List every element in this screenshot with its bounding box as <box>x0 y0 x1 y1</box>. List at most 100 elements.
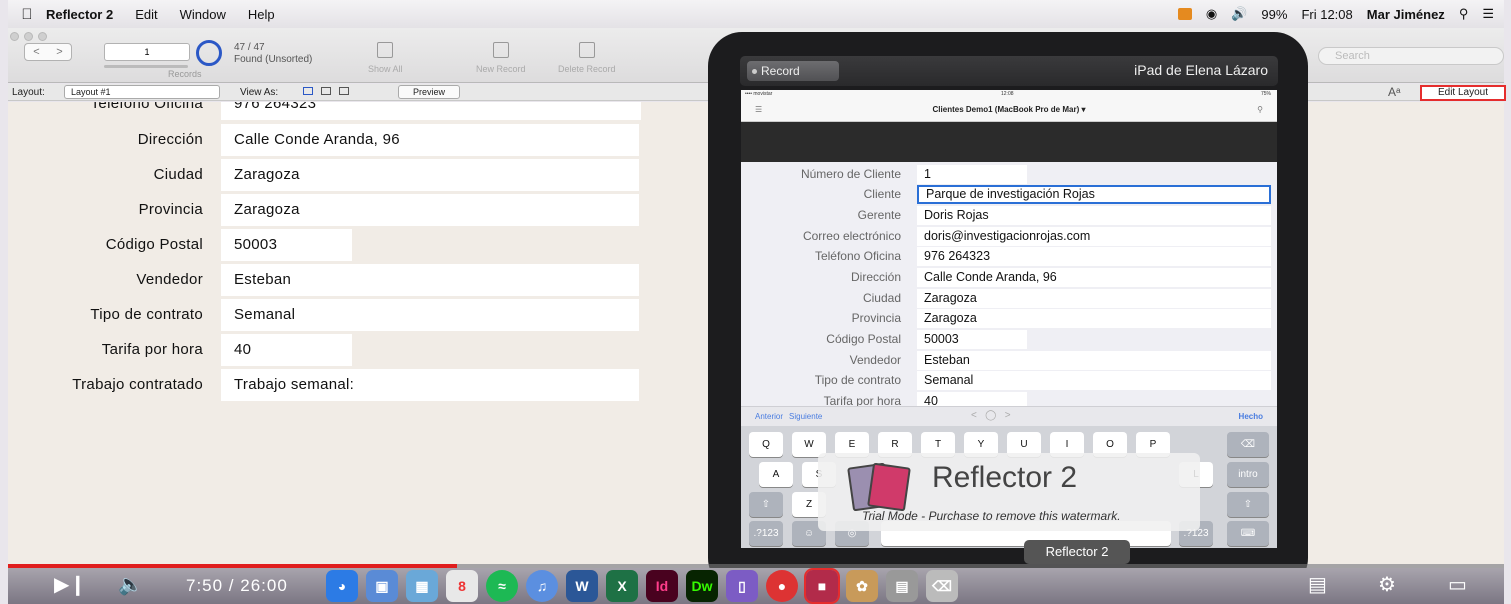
dock-photos-icon[interactable]: ▦ <box>406 570 438 602</box>
ios-nav-bar: ☰ Clientes Demo1 (MacBook Pro de Mar) ▾ … <box>741 100 1277 122</box>
video-time: 7:50 / 26:00 <box>186 576 288 595</box>
field-value[interactable]: 976 264323 <box>221 102 641 120</box>
field-value[interactable]: Zaragoza <box>221 159 639 191</box>
app-status-icon[interactable] <box>1177 8 1192 20</box>
record-number-field[interactable]: 1 <box>104 43 190 61</box>
layout-select[interactable]: Layout #1 <box>64 85 220 99</box>
trial-watermark: Reflector 2 Trial Mode - Purchase to rem… <box>818 453 1200 531</box>
menu-edit[interactable]: Edit <box>135 7 157 22</box>
kb-done-button[interactable]: Hecho <box>1239 412 1263 421</box>
ipad-field-value[interactable]: Calle Conde Aranda, 96 <box>917 268 1271 287</box>
dock-word-icon[interactable]: W <box>566 570 598 602</box>
preview-button[interactable]: Preview <box>398 85 460 99</box>
menu-app-name[interactable]: Reflector 2 <box>46 7 113 22</box>
ipad-field-value[interactable]: Zaragoza <box>917 289 1271 308</box>
ipad-field-value[interactable]: Semanal <box>917 371 1271 390</box>
close-window-button[interactable] <box>10 32 19 41</box>
minimize-window-button[interactable] <box>24 32 33 41</box>
apple-icon[interactable]:  <box>8 6 46 23</box>
shift-key[interactable]: ⇧ <box>749 492 783 517</box>
search-input[interactable]: Search <box>1318 47 1504 65</box>
notification-center-icon[interactable]: ☰ <box>1482 6 1494 22</box>
dock-folder-icon[interactable]: ▯ <box>726 570 758 602</box>
key[interactable]: Q <box>749 432 783 457</box>
show-all-button[interactable]: Show All <box>368 42 403 74</box>
dock-itunes-icon[interactable]: ♫ <box>526 570 558 602</box>
ipad-field-label: Correo electrónico <box>802 229 901 243</box>
num-key[interactable]: .?123 <box>749 521 783 546</box>
ipad-field-value[interactable]: Esteban <box>917 351 1271 370</box>
user-name[interactable]: Mar Jiménez <box>1367 7 1445 22</box>
settings-hd-icon[interactable]: ⚙ <box>1378 572 1396 597</box>
ipad-field-value[interactable]: Doris Rojas <box>917 206 1271 225</box>
menu-help[interactable]: Help <box>248 7 275 22</box>
font-size-icon[interactable]: Aᵃ <box>1388 85 1400 99</box>
nav-title[interactable]: Clientes Demo1 (MacBook Pro de Mar) ▾ <box>933 105 1086 114</box>
record-button[interactable]: Record <box>747 61 839 81</box>
prev-record-icon[interactable]: < <box>25 44 48 60</box>
field-label: Tarifa por hora <box>101 341 203 358</box>
ipad-field-value-focused[interactable]: Parque de investigación Rojas <box>917 185 1271 204</box>
zoom-window-button[interactable] <box>38 32 47 41</box>
field-label: Código Postal <box>105 236 203 253</box>
enter-key[interactable]: intro <box>1227 462 1269 487</box>
backspace-key[interactable]: ⌫ <box>1227 432 1269 457</box>
ipad-field-label: Vendedor <box>849 353 901 367</box>
edit-layout-button[interactable]: Edit Layout <box>1420 85 1506 101</box>
volume-icon[interactable]: 🔊 <box>1231 6 1247 22</box>
field-value[interactable]: 50003 <box>221 229 352 261</box>
hide-keyboard-key[interactable]: ⌨ <box>1227 521 1269 546</box>
list-view-icon[interactable] <box>321 87 331 95</box>
field-value[interactable]: Trabajo semanal: <box>221 369 639 401</box>
field-value[interactable]: Calle Conde Aranda, 96 <box>221 124 639 156</box>
window-controls <box>10 32 47 41</box>
kb-next-button[interactable]: Siguiente <box>789 412 822 421</box>
ipad-field-value[interactable]: 50003 <box>917 330 1027 349</box>
show-all-label: Show All <box>368 64 403 74</box>
delete-record-button[interactable]: Delete Record <box>558 42 616 74</box>
battery-percent[interactable]: 99% <box>1261 7 1287 22</box>
kb-prev-button[interactable]: Anterior <box>755 412 783 421</box>
shift-key-right[interactable]: ⇧ <box>1227 492 1269 517</box>
subtitles-icon[interactable]: ▤ <box>1308 572 1327 597</box>
record-slider[interactable] <box>104 65 188 68</box>
ipad-field-value[interactable]: 1 <box>917 165 1027 184</box>
volume-icon[interactable]: 🔈 <box>118 572 143 597</box>
dock-downloads-icon[interactable]: ▤ <box>886 570 918 602</box>
spotlight-icon[interactable]: ⚲ <box>1459 6 1469 22</box>
dock-indesign-icon[interactable]: Id <box>646 570 678 602</box>
field-value[interactable]: 40 <box>221 334 352 366</box>
next-video-icon[interactable]: ▶❙ <box>54 572 86 597</box>
dock-safari-icon[interactable]: ◕ <box>326 570 358 602</box>
dock-misc-icon[interactable]: ✿ <box>846 570 878 602</box>
search-icon[interactable]: ⚲ <box>1257 100 1263 120</box>
watermark-title: Reflector 2 <box>932 461 1078 494</box>
wifi-icon[interactable]: ◉ <box>1206 6 1217 22</box>
dock-spotify-icon[interactable]: ≈ <box>486 570 518 602</box>
logo-front-card <box>867 462 911 512</box>
next-record-icon[interactable]: > <box>48 44 71 60</box>
key[interactable]: A <box>759 462 793 487</box>
field-value[interactable]: Semanal <box>221 299 639 331</box>
form-view-icon[interactable] <box>303 87 313 95</box>
kb-arrows-icon[interactable]: < ◯ > <box>971 410 1011 421</box>
dock-trash-icon[interactable]: ⌫ <box>926 570 958 602</box>
dock-excel-icon[interactable]: X <box>606 570 638 602</box>
menu-icon[interactable]: ☰ <box>755 100 762 120</box>
field-value[interactable]: Esteban <box>221 264 639 296</box>
table-view-icon[interactable] <box>339 87 349 95</box>
clock[interactable]: Fri 12:08 <box>1301 7 1352 22</box>
ipad-field-value[interactable]: doris@investigacionrojas.com <box>917 227 1271 246</box>
ipad-field-value[interactable]: Zaragoza <box>917 309 1271 328</box>
menu-window[interactable]: Window <box>180 7 226 22</box>
ipad-field-value[interactable]: 976 264323 <box>917 247 1271 266</box>
delete-record-label: Delete Record <box>558 64 616 74</box>
new-record-button[interactable]: New Record <box>476 42 526 74</box>
dock-reflector-icon[interactable]: ■ <box>804 568 840 604</box>
dock-chrome-icon[interactable]: ● <box>766 570 798 602</box>
dock-dreamweaver-icon[interactable]: Dw <box>686 570 718 602</box>
field-value[interactable]: Zaragoza <box>221 194 639 226</box>
dock-preview-icon[interactable]: ▣ <box>366 570 398 602</box>
dock-calendar-icon[interactable]: 8 <box>446 570 478 602</box>
fullscreen-icon[interactable]: ▭ <box>1448 572 1467 597</box>
